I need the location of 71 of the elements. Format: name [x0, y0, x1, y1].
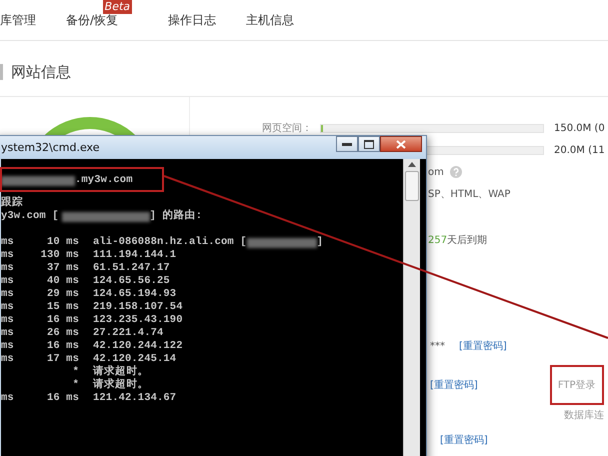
usage-label: 网页空间：: [262, 122, 313, 135]
usage-value: 20.0M (11: [554, 144, 605, 156]
console-text: ]: [316, 236, 324, 249]
console-text: .my3w.com: [75, 174, 133, 187]
reset-password-link[interactable]: [重置密码]: [459, 339, 507, 353]
console-text: ali-086088n.hz.ali.com [: [93, 236, 247, 249]
scroll-up-icon[interactable]: [408, 162, 416, 167]
console-text: 61.51.247.17: [93, 262, 170, 275]
console-text: ms: [1, 327, 15, 340]
console-text: 29 ms: [46, 288, 79, 301]
maximize-icon: [364, 140, 374, 148]
console-text: 121.42.134.67: [93, 392, 176, 405]
nav-tab[interactable]: 库管理: [0, 12, 36, 26]
maximize-button[interactable]: [358, 136, 380, 152]
console-text: ms: [1, 392, 15, 405]
console-text: 27.221.4.74: [93, 327, 164, 340]
console-text: 40 ms: [46, 275, 79, 288]
beta-badge: Beta: [102, 0, 132, 14]
console-text: 16 ms: [46, 392, 79, 405]
console-text: 10 ms: [46, 236, 79, 249]
domain-text: om: [428, 166, 444, 178]
console-text: 26 ms: [46, 327, 79, 340]
console-text: ms: [1, 314, 15, 327]
close-icon: [396, 140, 406, 148]
console-text: ] 的路由:: [150, 210, 202, 223]
console-text: ms: [1, 301, 15, 314]
console-text: ms: [1, 275, 15, 288]
console-text: 219.158.107.54: [93, 301, 183, 314]
console-text: 111.194.144.1: [93, 249, 176, 262]
reset-password-link[interactable]: [重置密码]: [430, 378, 478, 392]
console-text: ms: [1, 340, 15, 353]
console-text: *: [72, 379, 79, 392]
console-text: 跟踪: [1, 197, 24, 210]
console-text: 42.120.245.14: [93, 353, 176, 365]
console-text: 16 ms: [46, 340, 79, 353]
console-text: ms: [1, 288, 15, 301]
console-text: 15 ms: [46, 301, 79, 314]
nav-tab[interactable]: 主机信息: [246, 12, 294, 26]
languages-text: SP、HTML、WAP: [428, 188, 510, 201]
close-button[interactable]: [380, 136, 422, 152]
nav-tab[interactable]: 备份/恢复: [66, 12, 118, 26]
section-title: 网站信息: [11, 62, 71, 82]
console-text: 17 ms: [46, 353, 79, 366]
reset-password-link[interactable]: [重置密码]: [440, 433, 488, 447]
console-text: 124.65.194.93: [93, 288, 176, 301]
scrollbar[interactable]: [403, 159, 420, 456]
expiry-text: 257天后到期: [428, 234, 488, 247]
console-text: 16 ms: [46, 314, 79, 327]
console-text: 请求超时。: [93, 366, 148, 378]
console-text: ms: [1, 353, 15, 366]
console-text: ms: [1, 262, 15, 275]
console-text: 请求超时。: [93, 379, 148, 392]
console-text: ms: [1, 249, 15, 262]
ftp-login-label: FTP登录: [550, 365, 604, 405]
scroll-thumb[interactable]: [405, 171, 419, 201]
window-title: ystem32\cmd.exe: [1, 141, 100, 154]
console-text: ms: [1, 236, 15, 249]
console-text: 42.120.244.122: [93, 340, 183, 353]
title-accent: [0, 64, 3, 80]
console-text: y3w.com [: [1, 210, 59, 223]
console-text: 123.235.43.190: [93, 314, 183, 327]
minimize-button[interactable]: [336, 136, 358, 152]
minimize-icon: [342, 142, 352, 146]
database-label: 数据库连: [564, 408, 604, 422]
console-text: 124.65.56.25: [93, 275, 170, 288]
console-text: 37 ms: [46, 262, 79, 275]
nav-tab[interactable]: 操作日志: [168, 12, 216, 26]
masked-password: ***: [430, 340, 445, 352]
console-text: *: [72, 366, 79, 379]
console-text: 130 ms: [40, 249, 79, 262]
usage-value: 150.0M (0: [554, 122, 605, 134]
